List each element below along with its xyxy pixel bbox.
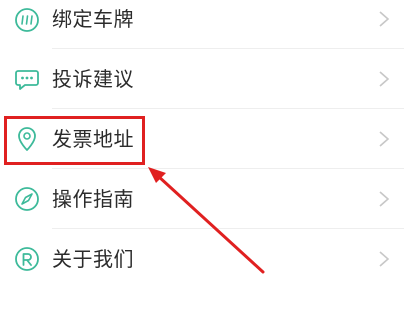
- chevron-right-icon: [379, 191, 390, 207]
- menu-item-about[interactable]: 关于我们: [0, 229, 404, 289]
- chevron-right-icon: [379, 251, 390, 267]
- chevron-right-icon: [379, 71, 390, 87]
- menu-item-bind-plate[interactable]: 绑定车牌: [0, 0, 404, 50]
- highlight-box: [4, 116, 145, 165]
- compass-icon: [14, 186, 40, 212]
- menu-item-label: 投诉建议: [52, 67, 134, 91]
- menu-item-label: 关于我们: [52, 247, 134, 271]
- chevron-right-icon: [379, 11, 390, 27]
- license-plate-icon: [14, 7, 40, 33]
- menu-item-label: 绑定车牌: [52, 7, 134, 31]
- brand-r-icon: [14, 246, 40, 272]
- menu-item-guide[interactable]: 操作指南: [0, 169, 404, 229]
- chat-bubble-icon: [14, 66, 40, 92]
- menu-item-complaint[interactable]: 投诉建议: [0, 49, 404, 109]
- menu-item-label: 操作指南: [52, 187, 134, 211]
- chevron-right-icon: [379, 131, 390, 147]
